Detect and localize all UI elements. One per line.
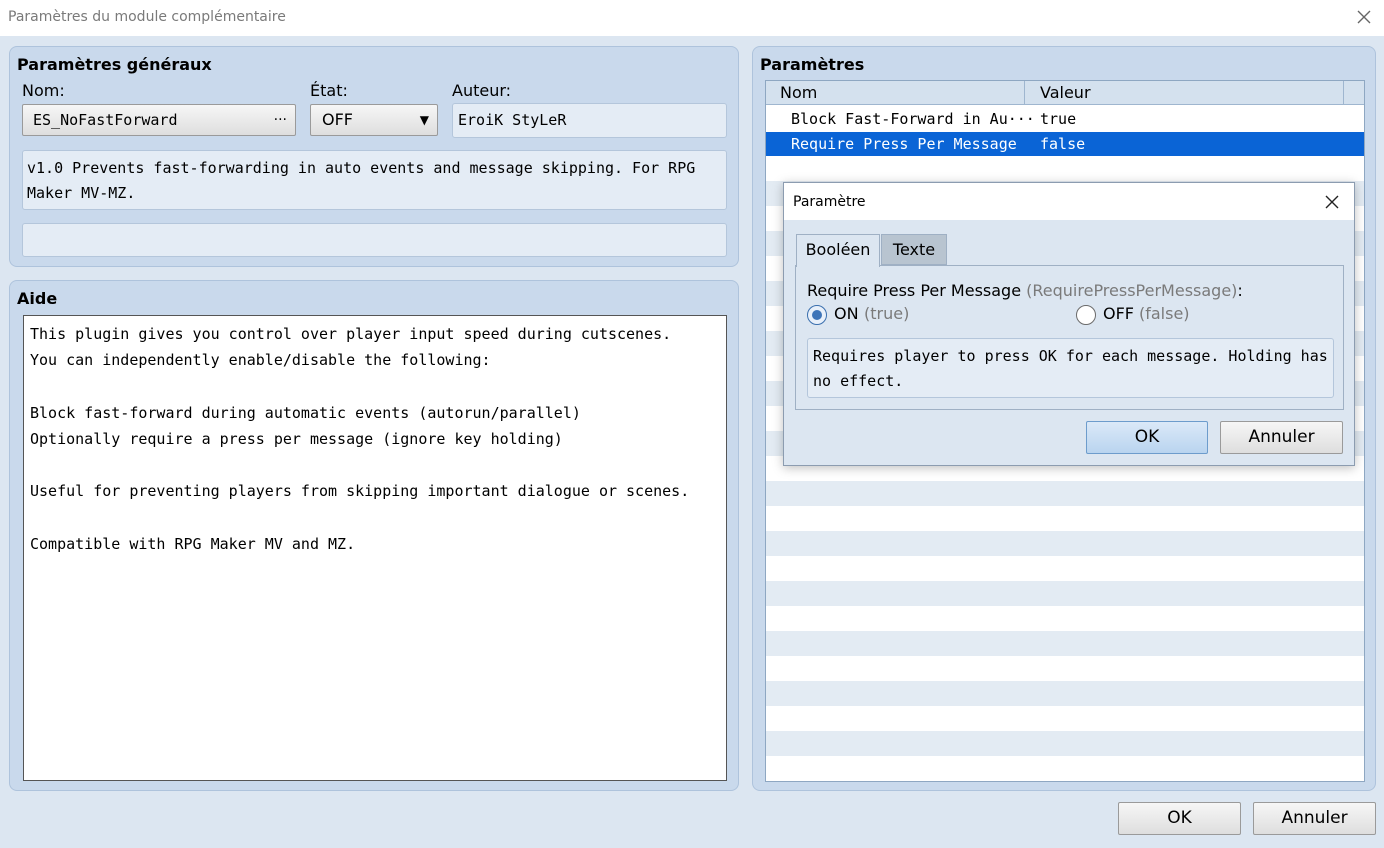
tab-content: Require Press Per Message (RequirePressP… (795, 265, 1344, 410)
description-field[interactable]: v1.0 Prevents fast-forwarding in auto ev… (22, 150, 727, 210)
cancel-button[interactable]: Annuler (1253, 802, 1376, 835)
help-line: Useful for preventing players from skipp… (30, 482, 690, 501)
description-line: v1.0 Prevents fast-forwarding in auto ev… (27, 159, 696, 177)
name-field[interactable]: ES_NoFastForward ··· (22, 104, 296, 136)
param-key: (RequirePressPerMessage) (1026, 281, 1238, 300)
col-divider (1024, 81, 1025, 105)
tab-text[interactable]: Texte (881, 234, 947, 265)
table-header: Nom Valeur (766, 81, 1364, 105)
dialog-close-icon[interactable] (1322, 192, 1342, 216)
ok-button[interactable]: OK (1118, 802, 1241, 835)
state-label: État: (310, 81, 348, 100)
radio-dot (812, 310, 822, 320)
help-line: Optionally require a press per message (… (30, 429, 563, 448)
param-label-text: Require Press Per Message (807, 281, 1022, 300)
tab-boolean[interactable]: Booléen (796, 234, 880, 267)
dialog-title: Paramètre (793, 194, 866, 210)
url-field[interactable] (22, 223, 727, 257)
tab-text-label: Texte (892, 240, 936, 259)
tab-boolean-label: Booléen (805, 240, 871, 259)
radio-on-label: ON (834, 304, 859, 323)
help-line: Block fast-forward during automatic even… (30, 403, 581, 422)
param-description-line: no effect. (813, 372, 904, 390)
col-name-header[interactable]: Nom (780, 83, 817, 102)
table-row-empty (766, 631, 1364, 656)
help-line: You can independently enable/disable the… (30, 351, 491, 370)
help-panel: Aide This plugin gives you control over … (9, 280, 739, 791)
help-line (30, 504, 726, 530)
radio-on-hint: (true) (864, 304, 910, 323)
params-heading: Paramètres (760, 55, 865, 74)
description-line: Maker MV-MZ. (27, 184, 136, 202)
table-row-selected[interactable]: Require Press Per Message false (766, 132, 1364, 156)
table-row-empty (766, 531, 1364, 556)
state-select[interactable]: OFF ▼ (310, 104, 438, 136)
browse-button[interactable]: ··· (274, 105, 287, 135)
help-heading: Aide (17, 289, 58, 308)
window-title: Paramètres du module complémentaire (8, 9, 286, 25)
author-value: EroiK StyLeR (458, 111, 567, 129)
param-label: Require Press Per Message (RequirePressP… (807, 281, 1243, 300)
help-line (30, 373, 726, 399)
name-value: ES_NoFastForward (33, 111, 178, 129)
col-value-header[interactable]: Valeur (1040, 83, 1091, 102)
window-titlebar: Paramètres du module complémentaire (0, 0, 1384, 36)
dialog-ok-button[interactable]: OK (1086, 421, 1208, 454)
param-description[interactable]: Requires player to press OK for each mes… (807, 338, 1334, 398)
help-line (30, 452, 726, 478)
col-divider (1343, 81, 1344, 105)
author-field[interactable]: EroiK StyLeR (452, 103, 727, 138)
radio-on-button[interactable] (807, 305, 827, 325)
table-row-empty (766, 681, 1364, 706)
general-heading: Paramètres généraux (17, 55, 212, 74)
param-description-line: Requires player to press OK for each mes… (813, 347, 1328, 365)
close-icon[interactable] (1354, 6, 1374, 28)
param-dialog: Paramètre Booléen Texte Require Press Pe… (783, 182, 1355, 466)
radio-off-label: OFF (1103, 304, 1134, 323)
table-row[interactable]: Block Fast-Forward in Au··· true (766, 107, 1364, 131)
radio-off-button[interactable] (1076, 305, 1096, 325)
param-name: Block Fast-Forward in Au··· (791, 110, 1035, 128)
table-row-empty (766, 731, 1364, 756)
param-colon: : (1237, 281, 1243, 300)
param-value: true (1040, 110, 1077, 128)
param-name: Require Press Per Message (791, 135, 1017, 153)
name-label: Nom: (22, 81, 65, 100)
table-row-empty (766, 581, 1364, 606)
radio-off-hint: (false) (1139, 304, 1190, 323)
table-row-empty (766, 481, 1364, 506)
dialog-cancel-button[interactable]: Annuler (1220, 421, 1343, 454)
state-value: OFF (322, 110, 353, 129)
dropdown-arrow-icon: ▼ (419, 113, 429, 127)
help-text[interactable]: This plugin gives you control over playe… (23, 315, 727, 781)
dialog-titlebar: Paramètre (784, 183, 1354, 220)
author-label: Auteur: (452, 81, 512, 100)
general-panel: Paramètres généraux Nom: ES_NoFastForwar… (9, 46, 739, 267)
param-value: false (1040, 135, 1086, 153)
help-line: Compatible with RPG Maker MV and MZ. (30, 534, 356, 553)
help-line: This plugin gives you control over playe… (30, 325, 672, 343)
